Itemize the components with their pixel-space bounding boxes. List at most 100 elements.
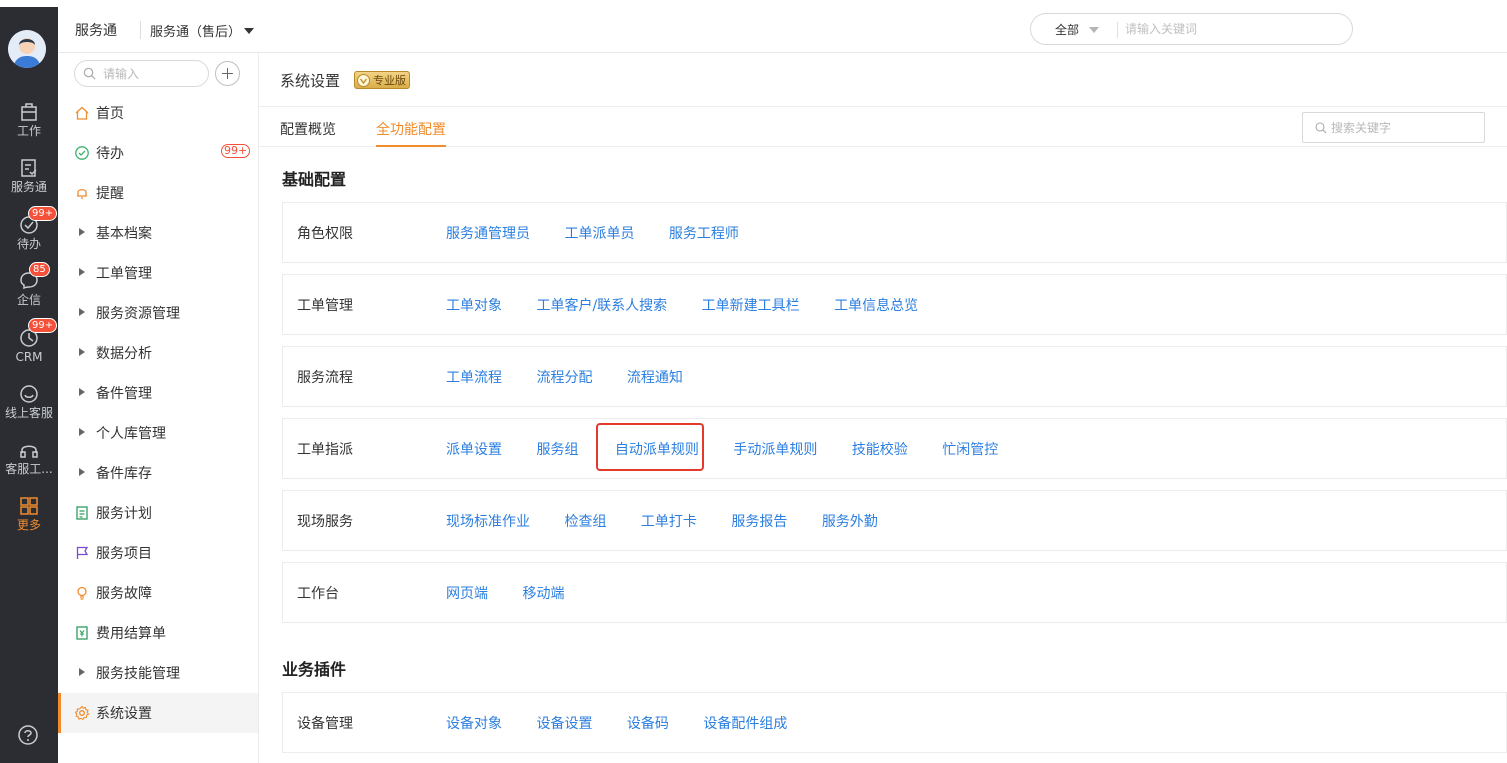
config-group: 角色权限 服务通管理员 工单派单员 服务工程师 xyxy=(282,202,1507,263)
bulb-icon xyxy=(77,586,87,600)
config-link[interactable]: 手动派单规则 xyxy=(733,439,817,459)
config-link[interactable]: 服务外勤 xyxy=(822,511,878,531)
tab-overview[interactable]: 配置概览 xyxy=(280,119,336,139)
rail-item-online-service[interactable]: 线上客服 xyxy=(0,383,58,420)
menu-item-parts-inventory[interactable]: 备件库存 xyxy=(58,453,258,493)
expand-triangle-icon xyxy=(79,268,85,276)
menu-item-label: 数据分析 xyxy=(96,346,152,362)
config-link[interactable]: 设备对象 xyxy=(446,713,502,733)
menu-item-label: 费用结算单 xyxy=(96,626,166,642)
menu-item-skill-management[interactable]: 服务技能管理 xyxy=(58,653,258,693)
config-group: 工作台 网页端 移动端 xyxy=(282,562,1507,623)
rail-label: 服务通 xyxy=(10,180,47,194)
expand-triangle-icon xyxy=(79,228,85,236)
config-link[interactable]: 工单对象 xyxy=(446,295,502,315)
config-group-name: 现场服务 xyxy=(297,514,353,530)
check-circle-icon xyxy=(75,146,89,160)
crown-icon xyxy=(357,74,370,87)
config-link[interactable]: 工单信息总览 xyxy=(834,295,918,315)
config-link[interactable]: 流程分配 xyxy=(536,367,592,387)
rail-label: 企信 xyxy=(16,293,41,307)
config-link[interactable]: 工单流程 xyxy=(446,367,502,387)
menu-item-label: 基本档案 xyxy=(96,226,152,242)
config-link[interactable]: 工单打卡 xyxy=(641,511,697,531)
menu-item-label: 首页 xyxy=(96,106,124,122)
config-link[interactable]: 忙闲管控 xyxy=(942,439,998,459)
help-icon[interactable] xyxy=(17,724,39,746)
rail-item-more[interactable]: 更多 xyxy=(0,495,58,532)
rail-badge-chat: 85 xyxy=(29,262,50,277)
menu-item-label: 服务故障 xyxy=(96,586,152,602)
menu-item-todo[interactable]: 待办 99+ xyxy=(58,133,258,173)
rail-item-headset[interactable]: 客服工... xyxy=(0,439,58,476)
grid-icon xyxy=(20,497,38,515)
menu-item-label: 服务技能管理 xyxy=(96,666,180,682)
menu-item-label: 待办 xyxy=(96,146,124,162)
search-divider xyxy=(1117,22,1118,38)
config-link[interactable]: 设备设置 xyxy=(536,713,592,733)
config-link[interactable]: 工单新建工具栏 xyxy=(702,295,800,315)
edition-badge-label: 专业版 xyxy=(373,74,406,87)
keyword-search-input[interactable] xyxy=(1331,119,1479,137)
menu-item-service-fault[interactable]: 服务故障 xyxy=(58,573,258,613)
page-title: 系统设置 xyxy=(280,72,341,90)
headset-icon xyxy=(20,445,38,458)
chevron-down-icon[interactable] xyxy=(244,28,254,34)
rail-item-service[interactable]: 服务通 xyxy=(0,157,58,194)
menu-item-parts-management[interactable]: 备件管理 xyxy=(58,373,258,413)
menu-item-resource-management[interactable]: 服务资源管理 xyxy=(58,293,258,333)
online-service-icon xyxy=(20,385,38,403)
config-link[interactable]: 设备配件组成 xyxy=(703,713,787,733)
menu-item-label: 个人库管理 xyxy=(96,426,166,442)
config-link[interactable]: 流程通知 xyxy=(627,367,683,387)
config-link[interactable]: 服务工程师 xyxy=(669,223,739,243)
config-link[interactable]: 检查组 xyxy=(564,511,606,531)
config-link[interactable]: 设备码 xyxy=(627,713,669,733)
menu-item-label: 备件管理 xyxy=(96,386,152,402)
config-link[interactable]: 技能校验 xyxy=(852,439,908,459)
home-icon xyxy=(75,106,89,120)
app-name: 服务通 xyxy=(75,23,117,39)
config-group: 设备管理 设备对象 设备设置 设备码 设备配件组成 xyxy=(282,692,1507,753)
menu-item-service-plan[interactable]: 服务计划 xyxy=(58,493,258,533)
module-switcher[interactable]: 服务通（售后） xyxy=(150,21,241,40)
chevron-down-icon[interactable] xyxy=(1089,27,1099,33)
menu-item-home[interactable]: 首页 xyxy=(58,93,258,133)
menu-item-system-settings[interactable]: 系统设置 xyxy=(58,693,258,733)
config-group: 工单管理 工单对象 工单客户/联系人搜索 工单新建工具栏 工单信息总览 xyxy=(282,274,1507,335)
rail-label: CRM xyxy=(15,350,43,364)
menu-item-reminder[interactable]: 提醒 xyxy=(58,173,258,213)
add-button[interactable] xyxy=(215,61,240,86)
module-menu: 首页 待办 99+ 提醒 基本档案 工单管理 服务资源管理 数据分析 备件管理 … xyxy=(58,53,259,763)
config-link[interactable]: 服务通管理员 xyxy=(446,223,530,243)
global-search-input[interactable] xyxy=(1125,19,1335,39)
config-link[interactable]: 派单设置 xyxy=(446,439,502,459)
rail-item-chat[interactable]: 企信 xyxy=(0,270,58,307)
config-link[interactable]: 服务报告 xyxy=(731,511,787,531)
expand-triangle-icon xyxy=(79,668,85,676)
menu-item-label: 备件库存 xyxy=(96,466,152,482)
menu-item-expense-settlement[interactable]: 费用结算单 xyxy=(58,613,258,653)
search-scope-select[interactable]: 全部 xyxy=(1055,21,1079,38)
menu-item-personal-stock[interactable]: 个人库管理 xyxy=(58,413,258,453)
config-group: 现场服务 现场标准作业 检查组 工单打卡 服务报告 服务外勤 xyxy=(282,490,1507,551)
config-group: 工单指派 派单设置 服务组 自动派单规则 手动派单规则 技能校验 忙闲管控 xyxy=(282,418,1507,479)
menu-item-data-analysis[interactable]: 数据分析 xyxy=(58,333,258,373)
avatar[interactable] xyxy=(8,30,46,68)
menu-item-ticket-management[interactable]: 工单管理 xyxy=(58,253,258,293)
config-link[interactable]: 移动端 xyxy=(522,583,564,603)
config-group-name: 工单管理 xyxy=(297,298,353,314)
config-link[interactable]: 工单派单员 xyxy=(564,223,634,243)
menu-item-label: 服务计划 xyxy=(96,506,152,522)
menu-search-input[interactable] xyxy=(103,65,201,83)
rail-item-work[interactable]: 工作 xyxy=(0,101,58,138)
config-link[interactable]: 工单客户/联系人搜索 xyxy=(536,295,667,315)
menu-item-basic-archive[interactable]: 基本档案 xyxy=(58,213,258,253)
menu-item-service-project[interactable]: 服务项目 xyxy=(58,533,258,573)
config-link[interactable]: 服务组 xyxy=(536,439,578,459)
config-link[interactable]: 现场标准作业 xyxy=(446,511,530,531)
top-header: 服务通 服务通（售后） 全部 xyxy=(58,7,1507,53)
tab-full-config[interactable]: 全功能配置 xyxy=(376,119,446,139)
config-link-highlighted[interactable]: 自动派单规则 xyxy=(595,423,704,471)
config-link[interactable]: 网页端 xyxy=(446,583,488,603)
